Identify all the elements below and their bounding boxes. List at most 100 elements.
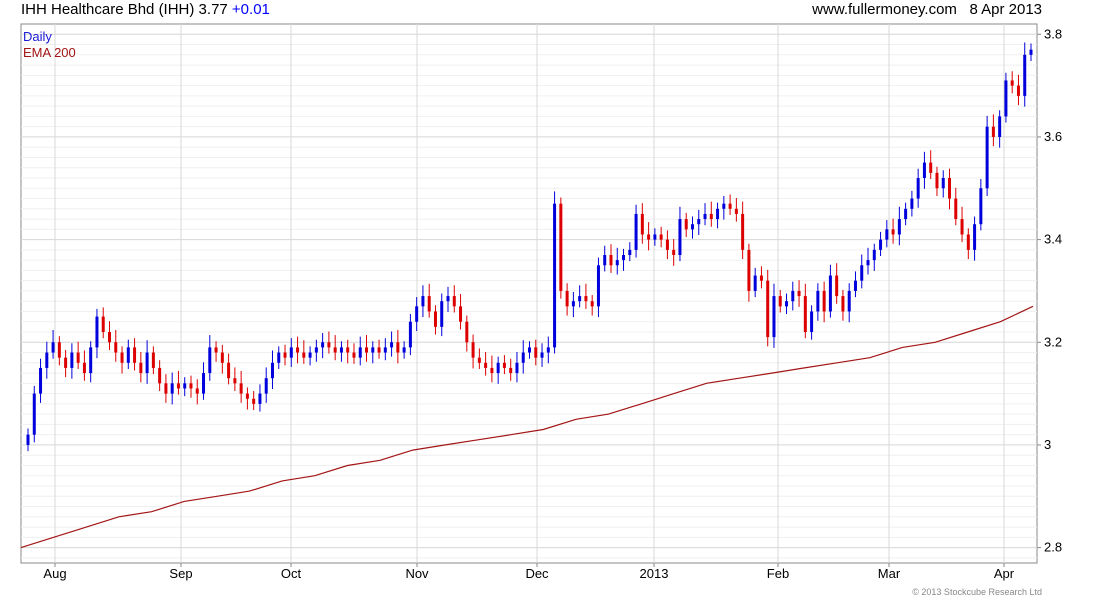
candle-body bbox=[45, 352, 49, 368]
candle-body bbox=[76, 352, 80, 363]
candle-body bbox=[89, 347, 93, 374]
candle-body bbox=[496, 362, 500, 374]
candle-body bbox=[1029, 49, 1033, 55]
candle-body bbox=[440, 301, 444, 327]
copyright-notice: © 2013 Stockcube Research Ltd bbox=[912, 587, 1042, 597]
candle-body bbox=[904, 208, 908, 220]
candle-body bbox=[948, 178, 952, 199]
candle-body bbox=[966, 234, 970, 250]
x-tick-label: Aug bbox=[43, 566, 66, 581]
candle-body bbox=[728, 203, 732, 209]
candle-body bbox=[477, 357, 481, 363]
candle-body bbox=[183, 383, 187, 389]
candle-body bbox=[553, 203, 557, 348]
candle-body bbox=[365, 347, 369, 353]
y-axis: 2.8 3 3.2 3.4 3.6 3.8 bbox=[1037, 26, 1062, 555]
candle-body bbox=[164, 383, 168, 394]
candle-body bbox=[158, 367, 162, 384]
candle-body bbox=[208, 347, 212, 374]
candle-body bbox=[929, 162, 933, 173]
candle-body bbox=[534, 347, 538, 358]
candle-body bbox=[270, 362, 274, 379]
candle-body bbox=[647, 234, 651, 240]
candle-body bbox=[314, 347, 318, 353]
candle-body bbox=[114, 342, 118, 353]
candle-body bbox=[383, 347, 387, 353]
candle-body bbox=[283, 352, 287, 358]
candle-body bbox=[327, 342, 331, 348]
candle-body bbox=[935, 172, 939, 189]
candle-body bbox=[333, 347, 337, 353]
candle-body bbox=[321, 342, 325, 348]
candle-body bbox=[289, 347, 293, 358]
candle-body bbox=[258, 393, 262, 404]
candle-body bbox=[722, 203, 726, 209]
candle-body bbox=[296, 347, 300, 353]
candle-body bbox=[998, 116, 1002, 137]
x-tick-label: Nov bbox=[405, 566, 429, 581]
candle-body bbox=[521, 352, 525, 363]
candle-body bbox=[609, 255, 613, 266]
candle-body bbox=[697, 219, 701, 225]
candle-body bbox=[339, 347, 343, 353]
y-tick-label: 3.6 bbox=[1044, 129, 1062, 144]
legend-daily: Daily bbox=[23, 29, 52, 44]
x-tick-label: Dec bbox=[525, 566, 549, 581]
candle-body bbox=[910, 198, 914, 209]
candle-body bbox=[603, 255, 607, 266]
candle-body bbox=[803, 296, 807, 332]
candle-body bbox=[1016, 85, 1020, 96]
candle-body bbox=[1023, 54, 1027, 96]
candle-body bbox=[358, 347, 362, 358]
candle-body bbox=[528, 347, 531, 353]
legend-ema: EMA 200 bbox=[23, 45, 76, 60]
candle-body bbox=[716, 208, 720, 220]
candle-body bbox=[189, 383, 193, 389]
candle-body bbox=[590, 301, 594, 307]
candle-body bbox=[126, 347, 130, 363]
candle-body bbox=[741, 213, 745, 250]
candle-body bbox=[433, 311, 437, 327]
candle-body bbox=[120, 352, 124, 363]
x-tick-label: Mar bbox=[878, 566, 901, 581]
candle-body bbox=[64, 357, 68, 368]
candle-body bbox=[866, 260, 870, 266]
candle-body bbox=[308, 352, 312, 358]
candle-body bbox=[70, 352, 74, 368]
candle-body bbox=[239, 383, 243, 394]
candle-body bbox=[346, 347, 350, 353]
candle-body bbox=[835, 275, 839, 297]
y-tick-label: 3.4 bbox=[1044, 232, 1062, 247]
candle-body bbox=[233, 378, 237, 384]
candle-body bbox=[766, 280, 770, 338]
candle-body bbox=[703, 213, 707, 220]
candle-body bbox=[979, 188, 983, 225]
candle-body bbox=[596, 265, 600, 307]
candle-body bbox=[390, 342, 394, 348]
candle-body bbox=[853, 280, 857, 291]
candle-body bbox=[245, 393, 249, 399]
candle-body bbox=[352, 352, 356, 358]
candle-body bbox=[227, 362, 231, 379]
candle-body bbox=[672, 249, 676, 255]
candle-body bbox=[973, 224, 977, 250]
candle-body bbox=[195, 388, 199, 394]
candle-body bbox=[622, 255, 626, 261]
candle-body bbox=[133, 347, 137, 363]
candle-body bbox=[415, 306, 419, 322]
candle-body bbox=[151, 352, 155, 368]
candle-body bbox=[628, 249, 632, 255]
candle-body bbox=[515, 362, 519, 374]
candle-body bbox=[302, 352, 306, 358]
candle-body bbox=[82, 362, 86, 374]
candle-body bbox=[57, 342, 61, 358]
candle-body bbox=[747, 249, 751, 291]
candle-body bbox=[101, 316, 105, 332]
candle-body bbox=[559, 203, 563, 291]
candle-body bbox=[396, 342, 400, 353]
candle-body bbox=[690, 224, 694, 230]
candle-body bbox=[847, 290, 851, 312]
candle-body bbox=[615, 260, 619, 266]
candle-body bbox=[734, 208, 738, 214]
candle-body bbox=[709, 213, 713, 220]
